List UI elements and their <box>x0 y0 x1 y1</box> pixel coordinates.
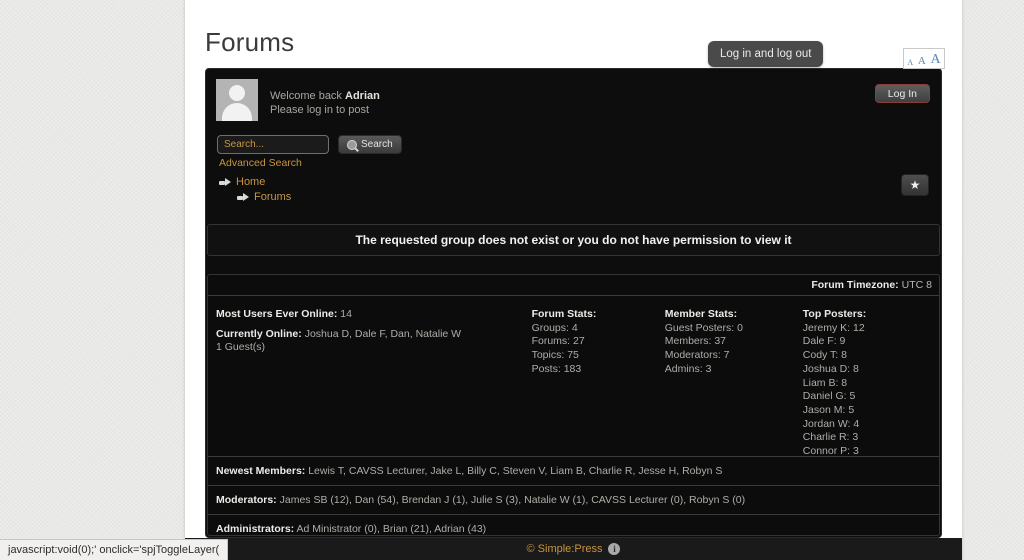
arrow-right-icon <box>219 177 231 188</box>
member-stats-title: Member Stats: <box>664 308 738 320</box>
guest-count-line: 1 Guest(s) <box>216 341 266 354</box>
breadcrumb-home-label[interactable]: Home <box>236 175 265 190</box>
forum-stats-item: Forums: 27 <box>531 335 585 348</box>
welcome-text: Welcome back Adrian Please log in to pos… <box>270 79 380 117</box>
most-users-online-value: 14 <box>340 308 352 320</box>
search-row: Search <box>217 135 402 154</box>
forum-panel: Welcome back Adrian Please log in to pos… <box>205 68 942 538</box>
moderators-row: Moderators: James SB (12), Dan (54), Bre… <box>208 485 939 514</box>
member-stats-column: Member Stats: Guest Posters: 0 Members: … <box>665 308 803 456</box>
info-icon[interactable]: i <box>608 543 621 555</box>
top-poster-item: Connor P: 3 <box>802 445 859 458</box>
top-poster-item: Daniel G: 5 <box>802 390 856 403</box>
page-title: Forums <box>205 27 295 58</box>
forum-stats-title: Forum Stats: <box>531 308 597 320</box>
top-posters-title: Top Posters: <box>802 308 867 320</box>
administrators-value: Ad Ministrator (0), Brian (21), Adrian (… <box>296 523 487 535</box>
top-poster-item: Dale F: 9 <box>802 335 846 348</box>
search-button-label: Search <box>361 139 393 150</box>
forum-timezone-row: Forum Timezone: UTC 8 <box>208 275 939 296</box>
moderators-value: James SB (12), Dan (54), Brendan J (1), … <box>279 494 746 506</box>
moderators-label: Moderators: <box>216 494 277 506</box>
breadcrumb: Home Forums <box>219 175 291 205</box>
avatar <box>216 79 258 121</box>
footer-copyright: © Simple:Press <box>526 543 603 555</box>
status-bar-text: javascript:void(0);' onclick='spjToggleL… <box>8 544 220 556</box>
top-poster-item: Jason M: 5 <box>802 403 855 416</box>
forum-stats-item: Groups: 4 <box>531 321 578 334</box>
most-users-online-label: Most Users Ever Online: <box>216 308 338 320</box>
member-stats-item: Members: 37 <box>664 335 727 348</box>
browser-status-bar: javascript:void(0);' onclick='spjToggleL… <box>0 539 229 560</box>
forum-stats-box: Forum Timezone: UTC 8 Most Users Ever On… <box>207 274 940 536</box>
top-posters-column: Top Posters: Jeremy K: 12 Dale F: 9 Cody… <box>802 308 931 458</box>
forum-stats-item: Topics: 75 <box>531 349 579 362</box>
top-poster-item: Liam B: 8 <box>802 376 848 389</box>
arrow-right-icon <box>237 192 249 203</box>
newest-members-label: Newest Members: <box>216 465 306 477</box>
member-stats-item: Admins: 3 <box>664 362 712 375</box>
top-poster-item: Cody T: 8 <box>802 349 847 362</box>
advanced-search-link[interactable]: Advanced Search <box>219 157 302 169</box>
forum-timezone-label: Forum Timezone: <box>811 279 899 291</box>
member-stats-item: Guest Posters: 0 <box>664 321 743 334</box>
search-button[interactable]: Search <box>338 135 402 154</box>
administrators-label: Administrators: <box>216 523 295 535</box>
newest-members-value: Lewis T, CAVSS Lecturer, Jake L, Billy C… <box>308 465 723 477</box>
avatar-body-shape <box>222 103 252 121</box>
currently-online-line: Currently Online: Joshua D, Dale F, Dan,… <box>216 328 532 342</box>
breadcrumb-item-home[interactable]: Home <box>219 175 291 190</box>
error-message-text: The requested group does not exist or yo… <box>355 233 792 247</box>
user-header: Welcome back Adrian Please log in to pos… <box>216 79 380 121</box>
online-users-column: Most Users Ever Online: 14 Currently Onl… <box>216 308 532 456</box>
error-message-bar: The requested group does not exist or yo… <box>207 224 940 256</box>
forum-stats-column: Forum Stats: Groups: 4 Forums: 27 Topics… <box>532 308 665 456</box>
breadcrumb-item-forums[interactable]: Forums <box>237 190 291 205</box>
welcome-prefix: Welcome back <box>270 90 345 102</box>
top-poster-item: Jeremy K: 12 <box>802 321 865 334</box>
text-resize-control[interactable]: A A A <box>903 48 945 69</box>
member-stats-item: Moderators: 7 <box>664 349 730 362</box>
favorites-star-button[interactable]: ★ <box>901 174 929 196</box>
top-poster-item: Charlie R: 3 <box>802 431 859 444</box>
page-content-column: Forums A A A Welcome back Adrian Please … <box>185 0 962 560</box>
welcome-subtitle: Please log in to post <box>270 104 370 116</box>
top-poster-item: Joshua D: 8 <box>802 362 859 375</box>
stats-grid: Most Users Ever Online: 14 Currently Onl… <box>208 296 939 458</box>
footer: © Simple:Press i <box>185 538 962 560</box>
star-icon: ★ <box>909 178 921 192</box>
text-size-medium-icon[interactable]: A <box>918 56 926 67</box>
forum-timezone-value: UTC 8 <box>901 279 932 291</box>
text-size-small-icon[interactable]: A <box>907 59 913 67</box>
avatar-head-shape <box>229 85 245 101</box>
currently-online-label: Currently Online: <box>216 327 302 340</box>
newest-members-row: Newest Members: Lewis T, CAVSS Lecturer,… <box>208 456 939 485</box>
most-users-online-line: Most Users Ever Online: 14 <box>216 308 532 322</box>
forum-stats-item: Posts: 183 <box>531 362 582 375</box>
top-poster-item: Jordan W: 4 <box>802 417 860 430</box>
user-name: Adrian <box>345 90 380 102</box>
currently-online-value: Joshua D, Dale F, Dan, Natalie W <box>304 327 462 340</box>
welcome-line: Welcome back Adrian <box>270 89 380 103</box>
search-input[interactable] <box>217 135 329 154</box>
breadcrumb-forums-label[interactable]: Forums <box>254 190 291 205</box>
login-button[interactable]: Log In <box>874 84 930 103</box>
text-size-large-icon[interactable]: A <box>930 53 940 67</box>
login-tooltip: Log in and log out <box>708 41 824 67</box>
search-icon <box>347 139 357 150</box>
